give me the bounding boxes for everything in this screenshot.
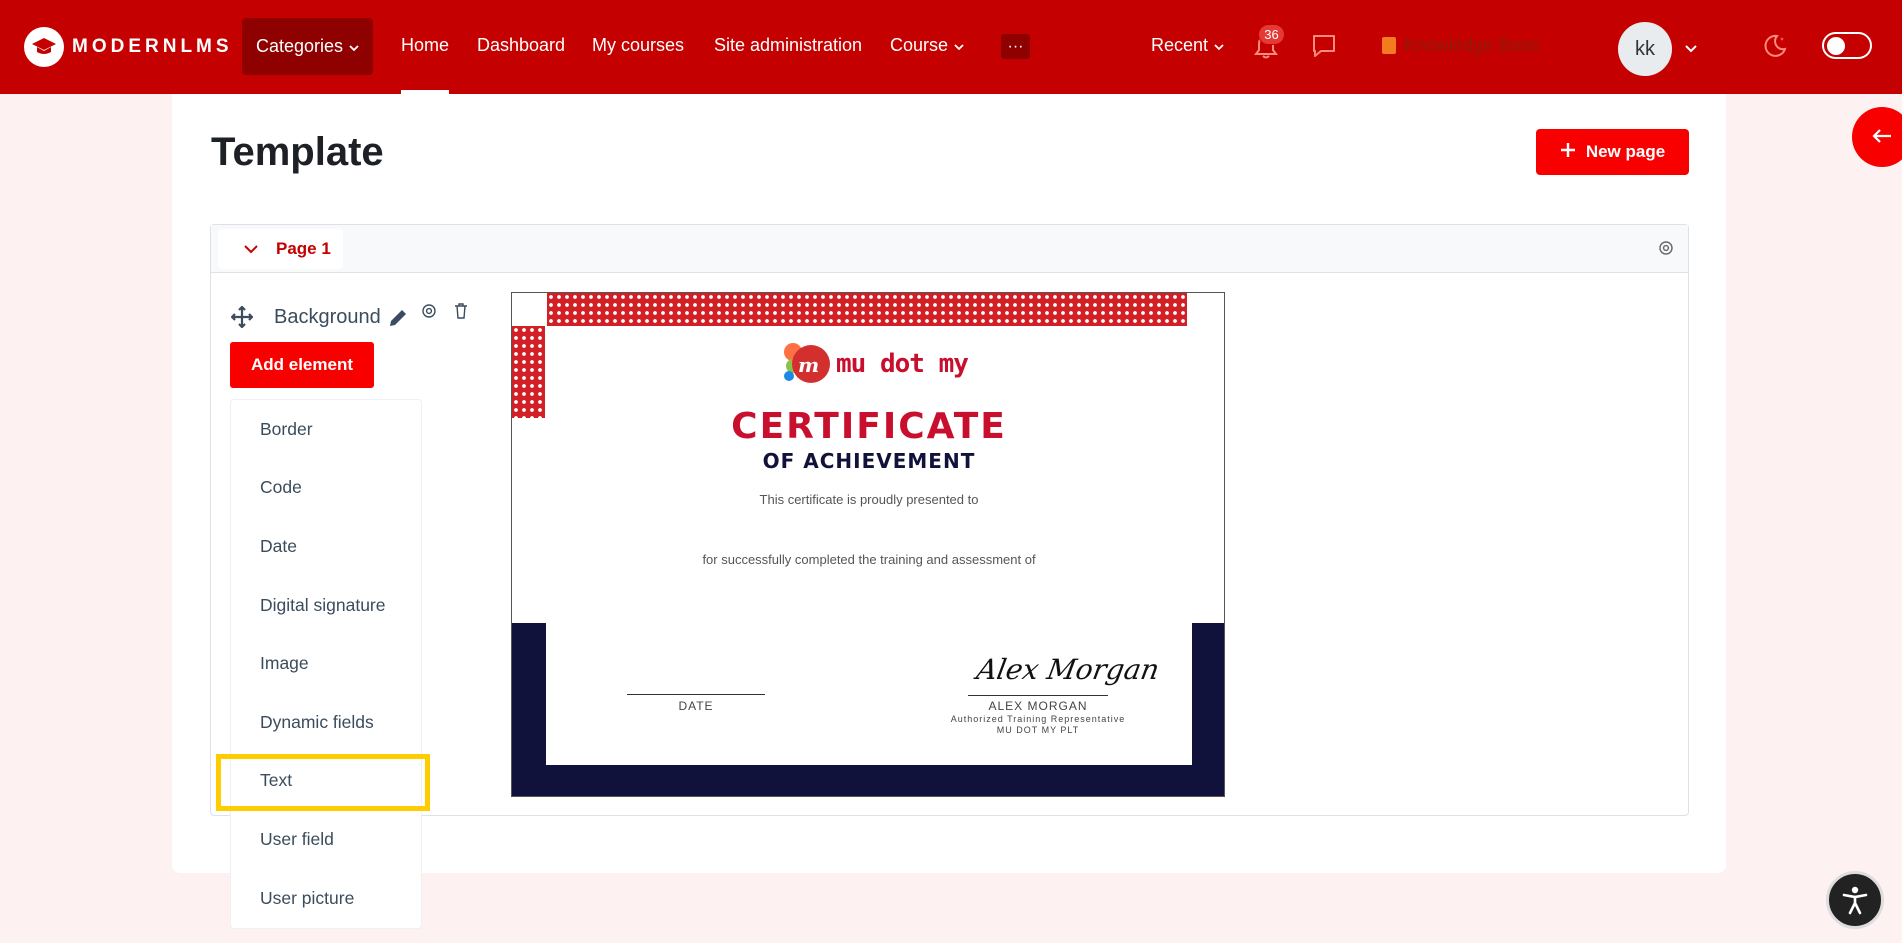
page-1-toggle[interactable]: Page 1 [218,229,343,269]
page-panel-header: Page 1 [211,225,1688,273]
option-digital-signature[interactable]: Digital signature [231,581,423,629]
book-icon [1382,37,1396,54]
chevron-down-icon [349,36,359,57]
certificate-presented-text: This certificate is proudly presented to [759,492,979,507]
option-border[interactable]: Border [231,405,423,453]
page-tab-label: Page 1 [276,239,331,258]
categories-menu[interactable]: Categories [242,18,373,75]
user-avatar[interactable]: kk [1618,22,1672,76]
date-signature-line [627,694,765,695]
option-user-picture[interactable]: User picture [231,874,423,922]
drawer-toggle-button[interactable] [1852,107,1902,167]
certificate-completed-text: for successfully completed the training … [702,552,1036,567]
brand-logo-mark: m [782,341,832,387]
knowledge-base-link[interactable]: Knowledge Base [1382,35,1539,56]
pencil-icon[interactable] [387,307,409,334]
accessibility-icon[interactable] [1826,871,1884,929]
dotted-top-banner [547,293,1187,326]
recent-menu[interactable]: Recent [1151,35,1224,56]
text-option-highlight [216,754,430,811]
certificate-brand-logo: m mu dot my [782,341,969,387]
nav-home[interactable]: Home [401,35,449,56]
plus-icon [1560,142,1576,163]
logo-text: MODERNLMS [72,36,233,57]
toggle-knob [1827,36,1845,55]
option-code[interactable]: Code [231,463,423,511]
move-icon[interactable] [230,305,254,333]
nav-course-label: Course [890,35,949,55]
nav-course-menu[interactable]: Course [890,35,964,56]
moon-icon[interactable] [1762,33,1788,64]
recent-label: Recent [1151,35,1209,55]
graduation-cap-icon [24,27,64,67]
trash-icon[interactable] [454,303,468,324]
certificate-title: CERTIFICATE [731,406,1007,447]
nav-my-courses[interactable]: My courses [592,35,684,56]
signer-role: Authorized Training Representative [950,714,1126,724]
page-settings-gear-icon[interactable] [1658,240,1674,261]
knowledge-base-label: Knowledge Base [1404,35,1540,55]
dotted-left-banner [512,326,545,418]
option-user-field[interactable]: User field [231,815,423,863]
signer-signature-line [968,695,1108,696]
nav-dashboard[interactable]: Dashboard [477,35,565,56]
certificate-subtitle: OF ACHIEVEMENT [762,449,976,473]
chevron-down-icon [954,35,964,56]
add-element-button[interactable]: Add element [230,342,374,388]
option-dynamic-fields[interactable]: Dynamic fields [231,698,423,746]
add-element-dropdown: Border Code Date Digital signature Image… [230,399,422,929]
site-logo[interactable]: MODERNLMS [24,27,233,67]
chevron-down-icon [1214,35,1224,56]
notification-count-badge: 36 [1258,24,1285,45]
signer-name: ALEX MORGAN [988,699,1088,713]
option-image[interactable]: Image [231,639,423,687]
categories-label: Categories [255,36,344,56]
option-date[interactable]: Date [231,522,423,570]
chevron-down-icon [244,239,258,259]
new-page-button[interactable]: New page [1536,129,1689,175]
nav-site-administration[interactable]: Site administration [714,35,862,56]
user-menu-chevron-icon[interactable] [1685,40,1697,58]
handwritten-signature: Alex Morgan [974,653,1162,686]
more-menu-button[interactable]: ··· [1001,34,1030,59]
certificate-preview: m mu dot my CERTIFICATE OF ACHIEVEMENT T… [511,292,1225,797]
messages-chat-icon[interactable] [1311,34,1337,63]
background-element-label: Background [274,306,381,328]
page-title: Template [211,130,384,174]
certificate-brand-name: mu dot my [836,349,969,379]
arrow-left-icon [1872,124,1892,150]
element-settings-gear-icon[interactable] [421,303,437,324]
date-label: DATE [678,699,714,713]
signer-organization: MU DOT MY PLT [996,725,1080,735]
new-page-label: New page [1585,142,1666,161]
dark-mode-toggle[interactable] [1822,32,1872,59]
top-navbar: MODERNLMS Categories Home Dashboard My c… [0,0,1902,94]
